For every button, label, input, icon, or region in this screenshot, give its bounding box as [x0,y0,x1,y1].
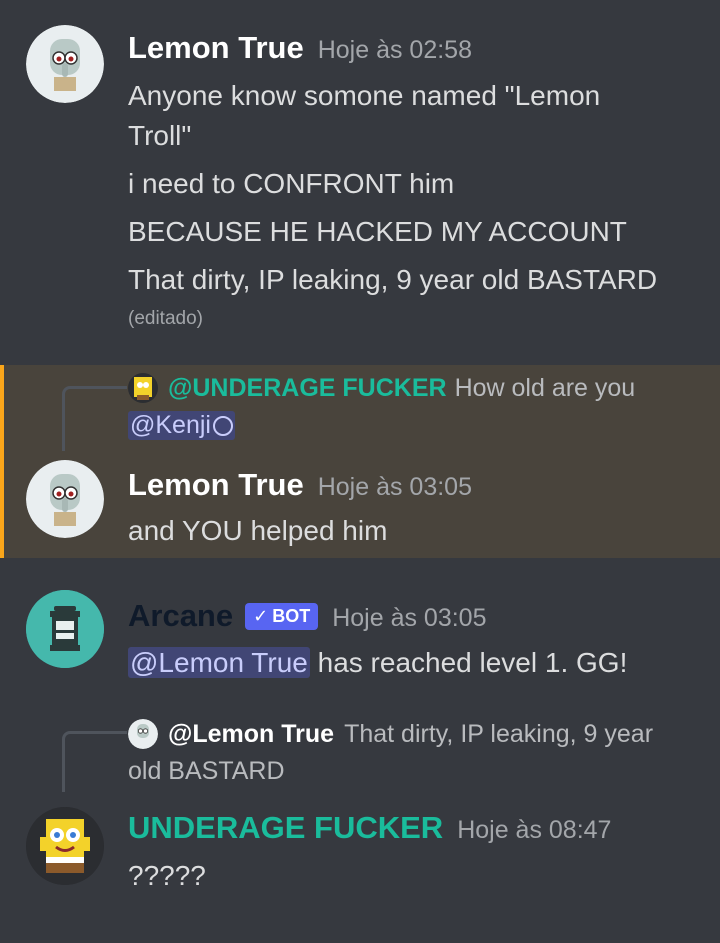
reply-preview[interactable]: @Lemon True That dirty, IP leaking, 9 ye… [128,719,653,749]
reply-author[interactable]: @UNDERAGE FUCKER [168,374,447,403]
reply-spine [62,731,127,792]
author-name[interactable]: Lemon True [128,467,304,503]
squidward-avatar[interactable] [26,460,104,538]
message-line: and YOU helped him [128,515,388,546]
squidward-mini-avatar [128,719,158,749]
squidward-avatar[interactable] [26,25,104,103]
mention-kenji[interactable]: @Kenji [128,411,235,440]
reply-text: How old are you [454,373,636,402]
author-name[interactable]: UNDERAGE FUCKER [128,810,443,846]
author-name[interactable]: Lemon True [128,30,304,66]
message-text: has reached level 1. GG! [309,647,628,678]
message-line: @Lemon True has reached level 1. GG! [128,647,627,679]
edited-label: (editado) [128,308,203,329]
check-icon: ✓ [253,606,269,626]
message-underage-reply: @Lemon True That dirty, IP leaking, 9 ye… [0,715,720,943]
message-line: i need to CONFRONT him [128,168,455,199]
mention-lemon-true[interactable]: @Lemon True [128,647,310,678]
spongebob-mini-avatar [128,373,158,403]
lantern-avatar[interactable] [26,590,104,668]
message-arcane-bot: Arcane ✓ BOT Hoje às 03:05 @Lemon True h… [0,590,720,690]
reply-text: That dirty, IP leaking, 9 year [344,719,654,748]
author-name[interactable]: Arcane [128,598,233,634]
timestamp: Hoje às 03:05 [317,473,472,501]
message-line: Troll" [128,120,192,151]
spongebob-avatar[interactable] [26,807,104,885]
circle-icon [212,415,233,436]
message-line: BECAUSE HE HACKED MY ACCOUNT [128,216,627,247]
bot-badge: ✓ BOT [245,603,319,630]
reply-text-continued: old BASTARD [128,757,285,785]
message-lemon-true-2-highlighted: @UNDERAGE FUCKER How old are you @Kenji … [0,365,720,558]
reply-preview[interactable]: @UNDERAGE FUCKER How old are you [128,373,635,403]
reply-author[interactable]: @Lemon True [168,720,334,749]
message-line: Anyone know somone named "Lemon [128,80,601,111]
timestamp: Hoje às 08:47 [457,816,612,844]
message-line: ????? [128,860,206,891]
timestamp: Hoje às 03:05 [332,604,487,632]
reply-spine [62,386,127,451]
message-line: That dirty, IP leaking, 9 year old BASTA… [128,264,658,295]
reply-mention-row: @Kenji [128,411,235,440]
timestamp: Hoje às 02:58 [317,36,472,64]
message-lemon-true-1: Lemon True Hoje às 02:58 Anyone know som… [0,0,720,360]
